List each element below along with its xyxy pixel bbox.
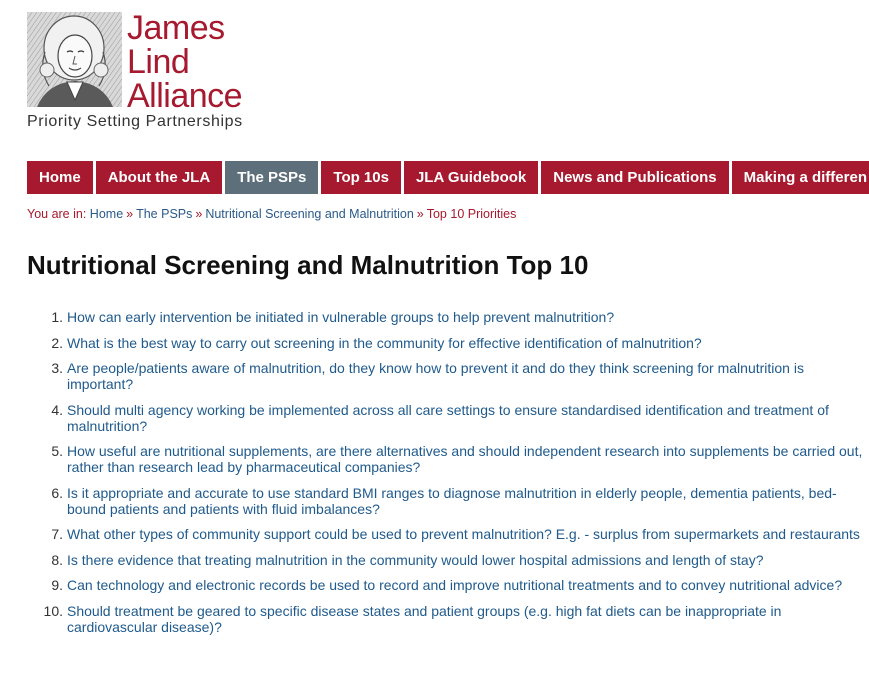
priority-link[interactable]: Should treatment be geared to specific d… xyxy=(67,603,867,635)
priority-item[interactable]: 4. Should multi agency working be impleme… xyxy=(27,402,867,434)
breadcrumb-separator: » xyxy=(195,207,203,221)
priority-item[interactable]: 3. Are people/patients aware of malnutrit… xyxy=(27,360,867,392)
priority-number: 7. xyxy=(51,526,63,542)
portrait-image xyxy=(27,12,122,107)
priority-item[interactable]: 1. How can early intervention be initiate… xyxy=(27,309,867,325)
page-title: Nutritional Screening and Malnutrition T… xyxy=(27,250,589,280)
breadcrumb-separator: » xyxy=(416,207,424,221)
priority-number: 1. xyxy=(51,309,63,325)
priority-link[interactable]: What other types of community support co… xyxy=(67,526,867,542)
priority-link[interactable]: Are people/patients aware of malnutritio… xyxy=(67,360,867,392)
priority-link[interactable]: How useful are nutritional supplements, … xyxy=(67,443,867,475)
logo-line-3: Alliance xyxy=(127,77,243,115)
priority-item[interactable]: 8. Is there evidence that treating malnut… xyxy=(27,552,867,568)
breadcrumb: You are in: Home» The PSPs» Nutritional Sc… xyxy=(27,207,516,221)
breadcrumb-link-psps[interactable]: The PSPs xyxy=(136,207,192,221)
breadcrumb-link-home[interactable]: Home xyxy=(90,207,123,221)
logo-wordmark: James Lind Alliance xyxy=(127,9,243,115)
priority-item[interactable]: 6. Is it appropriate and accurate to use … xyxy=(27,485,867,517)
nav-item-psps[interactable]: The PSPs xyxy=(225,161,319,194)
nav-item-guidebook[interactable]: JLA Guidebook xyxy=(403,161,539,194)
nav-item-home[interactable]: Home xyxy=(27,161,93,194)
priority-link[interactable]: Should multi agency working be implement… xyxy=(67,402,867,434)
priorities-list: 1. How can early intervention be initiate… xyxy=(27,309,867,644)
priority-link[interactable]: Is it appropriate and accurate to use st… xyxy=(67,485,867,517)
nav-item-top10s[interactable]: Top 10s xyxy=(321,161,401,194)
breadcrumb-current: Top 10 Priorities xyxy=(426,207,517,221)
priority-item[interactable]: 10. Should treatment be geared to specifi… xyxy=(27,603,867,635)
nav-item-about[interactable]: About the JLA xyxy=(95,161,223,194)
priority-item[interactable]: 7. What other types of community support … xyxy=(27,526,867,542)
priority-item[interactable]: 2. What is the best way to carry out scre… xyxy=(27,335,867,351)
logo-line-1: James xyxy=(127,9,225,47)
priority-number: 10. xyxy=(43,602,63,619)
priority-number: 3. xyxy=(51,360,63,376)
priority-link[interactable]: Can technology and electronic records be… xyxy=(67,577,867,593)
priority-number: 9. xyxy=(51,577,63,593)
logo-subtitle: Priority Setting Partnerships xyxy=(27,113,243,130)
priority-link[interactable]: What is the best way to carry out screen… xyxy=(67,335,867,351)
nav-item-news[interactable]: News and Publications xyxy=(541,161,729,194)
logo-line-2: Lind xyxy=(127,43,190,81)
breadcrumb-separator: » xyxy=(126,207,134,221)
nav-item-making-difference[interactable]: Making a differen xyxy=(731,161,869,194)
priority-number: 6. xyxy=(51,484,63,501)
priority-number: 5. xyxy=(51,443,63,459)
main-nav: Home About the JLA The PSPs Top 10s JLA … xyxy=(27,161,869,194)
breadcrumb-prefix: You are in: xyxy=(27,207,87,221)
priority-item[interactable]: 5. How useful are nutritional supplements… xyxy=(27,443,867,475)
priority-number: 2. xyxy=(51,334,63,351)
breadcrumb-link-psp[interactable]: Nutritional Screening and Malnutrition xyxy=(205,207,413,221)
priority-number: 4. xyxy=(51,401,63,418)
priority-link[interactable]: How can early intervention be initiated … xyxy=(67,309,867,325)
priority-number: 8. xyxy=(51,551,63,568)
priority-item[interactable]: 9. Can technology and electronic records … xyxy=(27,577,867,593)
priority-link[interactable]: Is there evidence that treating malnutri… xyxy=(67,552,867,568)
site-logo[interactable]: James Lind Alliance Priority Setting Par… xyxy=(27,9,287,142)
